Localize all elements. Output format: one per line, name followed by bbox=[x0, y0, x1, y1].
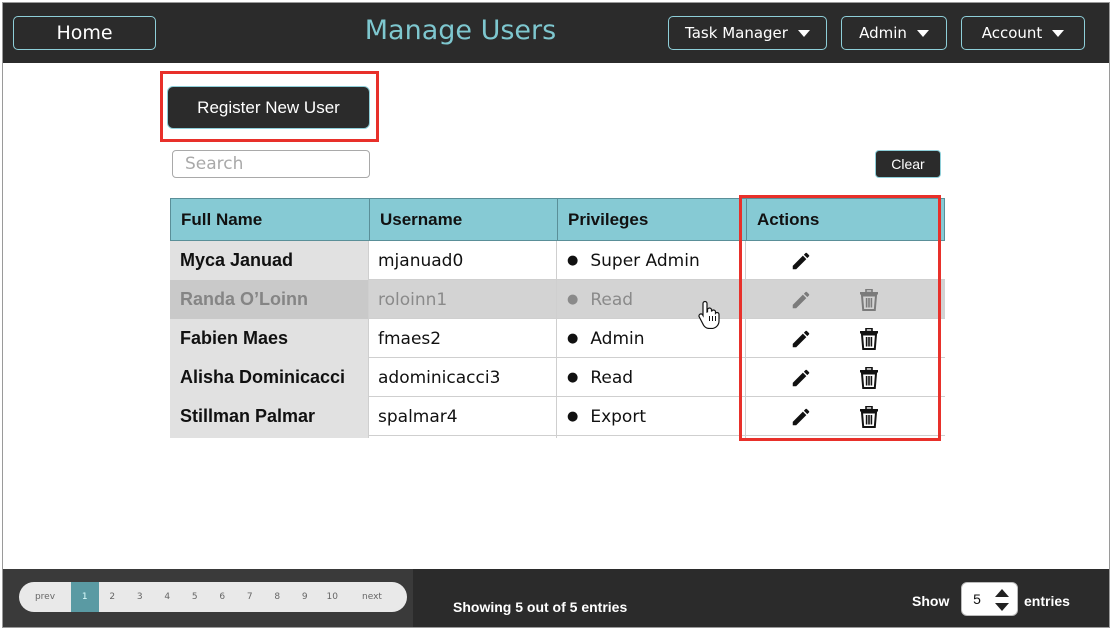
register-new-user-button[interactable]: Register New User bbox=[167, 86, 370, 129]
username-cell: roloinn1 bbox=[369, 280, 557, 319]
page-3-button[interactable]: 3 bbox=[126, 582, 154, 612]
next-page-button[interactable]: next bbox=[346, 582, 398, 612]
account-menu[interactable]: Account bbox=[961, 16, 1085, 50]
username-cell: fmaes2 bbox=[369, 319, 557, 358]
full-name-cell: Stillman Palmar bbox=[170, 397, 369, 436]
privileges-cell bbox=[557, 436, 746, 438]
page-8-button[interactable]: 8 bbox=[264, 582, 292, 612]
privilege-text: Read bbox=[590, 367, 634, 388]
entries-label: entries bbox=[1024, 593, 1070, 609]
username-cell: spalmar4 bbox=[369, 397, 557, 436]
account-label: Account bbox=[981, 24, 1043, 42]
privilege-text: Read bbox=[590, 289, 634, 310]
bullet-icon: ● bbox=[567, 409, 579, 424]
bullet-icon: ● bbox=[567, 331, 579, 346]
privilege-text: Export bbox=[590, 406, 646, 427]
privilege-text: Super Admin bbox=[590, 250, 700, 271]
page-7-button[interactable]: 7 bbox=[236, 582, 264, 612]
caret-down-icon bbox=[797, 29, 810, 37]
caret-down-icon bbox=[1052, 29, 1065, 37]
home-button[interactable]: Home bbox=[13, 16, 156, 50]
page-6-button[interactable]: 6 bbox=[209, 582, 237, 612]
footer-bar: prev 1 2 3 4 5 6 7 8 9 10 next Showing 5… bbox=[3, 569, 1109, 627]
bullet-icon: ● bbox=[567, 370, 579, 385]
username-cell bbox=[369, 436, 557, 438]
privileges-cell: ● Super Admin bbox=[557, 241, 746, 280]
bullet-icon: ● bbox=[567, 292, 579, 307]
showing-entries-text: Showing 5 out of 5 entries bbox=[453, 599, 628, 615]
privilege-text: Admin bbox=[590, 328, 645, 349]
page-title: Manage Users bbox=[364, 15, 557, 46]
task-manager-label: Task Manager bbox=[685, 24, 788, 42]
full-name-cell: Myca Januad bbox=[170, 241, 369, 280]
bullet-icon: ● bbox=[567, 253, 579, 268]
prev-page-button[interactable]: prev bbox=[19, 582, 71, 612]
up-down-arrows-icon[interactable] bbox=[993, 587, 1011, 613]
entries-stepper[interactable]: 5 bbox=[961, 582, 1018, 616]
page-1-button[interactable]: 1 bbox=[71, 582, 99, 612]
hand-pointer-cursor-icon bbox=[698, 300, 720, 329]
page-5-button[interactable]: 5 bbox=[181, 582, 209, 612]
actions-highlight-box bbox=[739, 195, 941, 441]
pagination: prev 1 2 3 4 5 6 7 8 9 10 next bbox=[19, 582, 407, 612]
page-10-button[interactable]: 10 bbox=[319, 582, 347, 612]
full-name-cell: Alisha Dominicacci bbox=[170, 358, 369, 397]
clear-button[interactable]: Clear bbox=[875, 150, 941, 178]
column-header-username[interactable]: Username bbox=[370, 199, 558, 240]
show-label: Show bbox=[912, 593, 950, 609]
page-2-button[interactable]: 2 bbox=[99, 582, 127, 612]
privileges-cell: ● Read bbox=[557, 358, 746, 397]
entries-value: 5 bbox=[973, 591, 981, 607]
caret-down-icon bbox=[916, 29, 929, 37]
top-nav-bar: Home Manage Users Task Manager Admin Acc… bbox=[3, 3, 1109, 63]
full-name-cell bbox=[170, 436, 369, 438]
page-9-button[interactable]: 9 bbox=[291, 582, 319, 612]
username-cell: adominicacci3 bbox=[369, 358, 557, 397]
search-input[interactable] bbox=[172, 150, 370, 178]
full-name-cell: Randa O’Loinn bbox=[170, 280, 369, 319]
full-name-cell: Fabien Maes bbox=[170, 319, 369, 358]
page-4-button[interactable]: 4 bbox=[154, 582, 182, 612]
column-header-privileges[interactable]: Privileges bbox=[558, 199, 747, 240]
username-cell: mjanuad0 bbox=[369, 241, 557, 280]
admin-menu[interactable]: Admin bbox=[841, 16, 947, 50]
app-window: Home Manage Users Task Manager Admin Acc… bbox=[2, 2, 1110, 628]
column-header-full-name[interactable]: Full Name bbox=[171, 199, 370, 240]
admin-label: Admin bbox=[859, 24, 907, 42]
privileges-cell: ● Export bbox=[557, 397, 746, 436]
pagination-container: prev 1 2 3 4 5 6 7 8 9 10 next bbox=[3, 569, 413, 627]
task-manager-menu[interactable]: Task Manager bbox=[668, 16, 827, 50]
